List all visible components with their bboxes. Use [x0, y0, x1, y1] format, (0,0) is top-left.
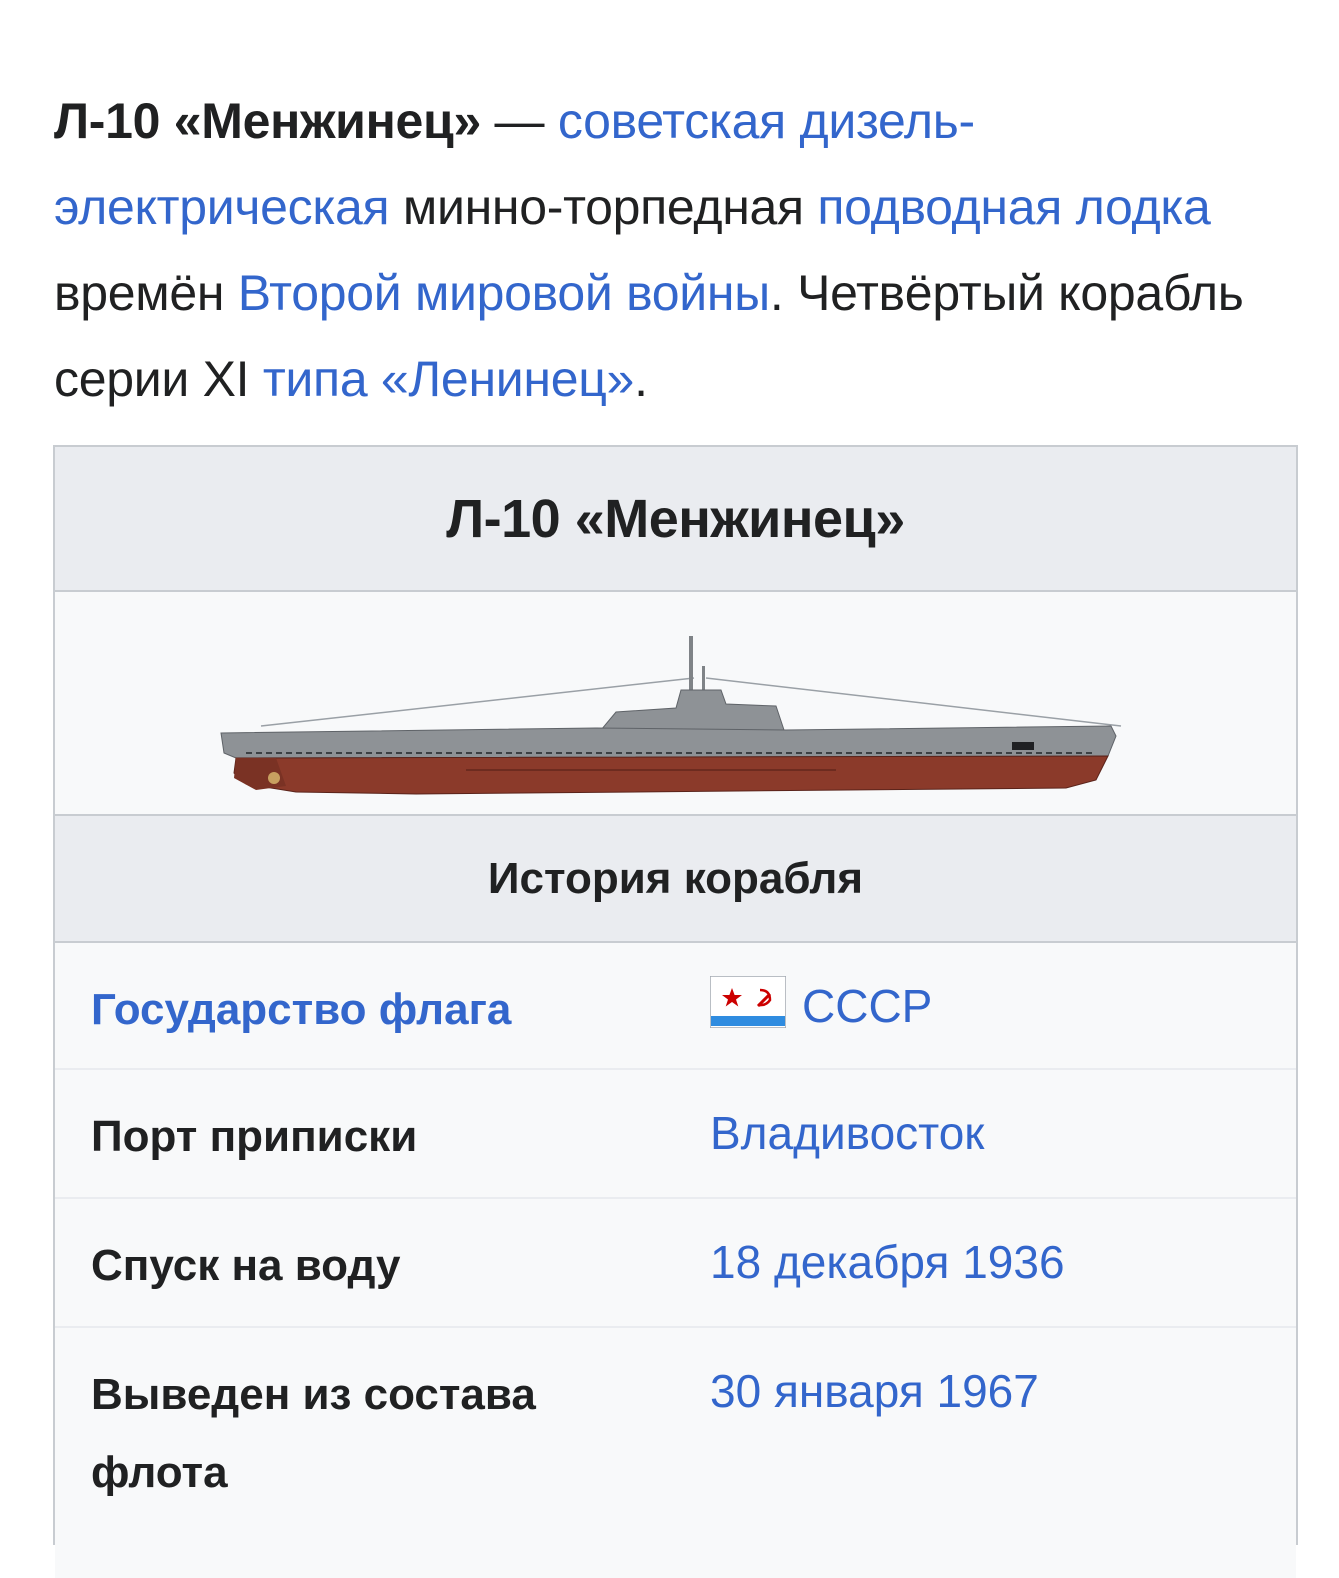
section-header: История корабля [55, 816, 1296, 943]
ussr-naval-ensign-icon[interactable] [709, 975, 787, 1047]
lead-text: времён [54, 265, 238, 321]
submarine-image[interactable] [55, 592, 1296, 816]
launch-date-link[interactable]: 18 декабря 1936 [710, 1236, 1065, 1288]
infobox-title: Л-10 «Менжинец» [55, 447, 1296, 592]
row-label: Порт приписки [91, 1112, 418, 1161]
lead-text: минно-торпедная [389, 179, 818, 235]
info-row: Порт приписки Владивосток [55, 1070, 1296, 1199]
lead-paragraph: Л-10 «Менжинец» — советская дизель-элект… [54, 78, 1299, 422]
row-label: Государство флага [55, 943, 675, 1068]
row-value: СССР [675, 943, 1296, 1068]
row-label: Выведен из состава флота [91, 1370, 536, 1497]
info-row: Спуск на воду 18 декабря 1936 [55, 1199, 1296, 1328]
info-row: Выведен из состава флота 30 января 1967 [55, 1328, 1296, 1578]
lead-text: — [480, 93, 558, 149]
home-port-link[interactable]: Владивосток [710, 1107, 984, 1159]
row-value: 30 января 1967 [675, 1328, 1296, 1578]
lead-text: . [634, 351, 648, 407]
flag-state-link[interactable]: Государство флага [91, 985, 511, 1034]
link-world-war-2[interactable]: Второй мировой войны [238, 265, 770, 321]
infobox: Л-10 «Менжинец» История корабля Государс… [53, 445, 1298, 1578]
article-subject: Л-10 «Менжинец» [54, 93, 481, 149]
info-row: Государство флага СССР [55, 943, 1296, 1070]
link-leninets-class[interactable]: типа «Ленинец» [263, 351, 635, 407]
link-submarine[interactable]: подводная лодка [817, 179, 1210, 235]
row-value: Владивосток [675, 1070, 1296, 1197]
row-value: 18 декабря 1936 [675, 1199, 1296, 1326]
decommission-date-link[interactable]: 30 января 1967 [710, 1365, 1039, 1417]
row-label: Спуск на воду [91, 1241, 401, 1290]
submarine-profile-icon [219, 636, 1121, 795]
country-link[interactable]: СССР [802, 980, 932, 1032]
